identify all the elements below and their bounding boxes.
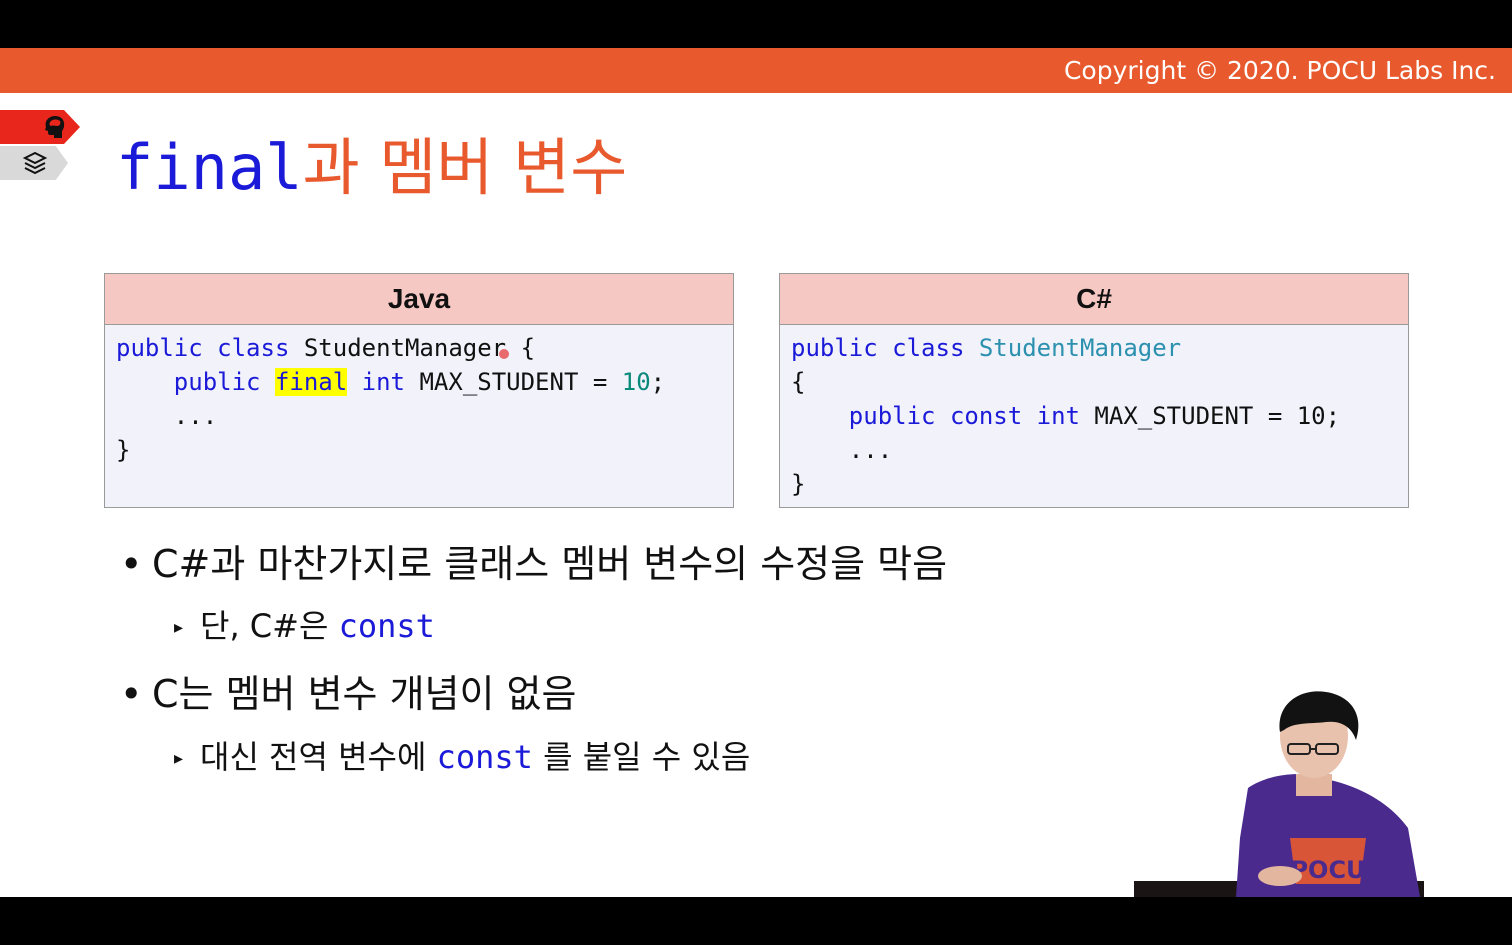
java-code: public class StudentManager { public fin… [105,325,733,467]
code-text: StudentManager { [289,334,536,362]
title-code: final [116,131,303,204]
shirt-logo-text: POCU [1290,856,1365,884]
csharp-box-heading: C# [780,274,1408,325]
title-text: 과 멤버 변수 [302,131,628,204]
bullet-text: C#과 마찬가지로 클래스 멤버 변수의 수정을 막음 [152,542,948,586]
code-text: } [791,470,806,498]
sub-bullet-mark: ▸ [174,617,184,638]
code-keyword: public class [791,334,965,362]
code-text: ; [650,368,666,396]
bullet-item: • C#과 마찬가지로 클래스 멤버 변수의 수정을 막음 [120,540,947,588]
sub-bullet-mark: ▸ [174,748,184,769]
code-text: MAX_STUDENT = 10; [1079,402,1341,430]
csharp-code-box: C# public class StudentManager { public … [779,273,1409,508]
copyright-text: Copyright © 2020. POCU Labs Inc. [1063,56,1496,85]
book-stack-icon [22,151,48,175]
slide-title: final과 멤버 변수 [116,132,627,204]
code-keyword: public class [116,334,290,362]
slide-header-bar: Copyright © 2020. POCU Labs Inc. [0,48,1512,93]
brain-icon [45,116,65,138]
sub-bullet-item: ▸ 대신 전역 변수에 const 를 붙일 수 있음 [174,736,750,780]
video-letterbox-top [0,0,1512,48]
code-number: 10 [621,368,651,396]
code-type: StudentManager [978,334,1182,362]
pointer-dot [499,349,509,359]
presenter-video: POCU [1134,691,1424,897]
bullet-mark: • [120,672,143,716]
code-keyword: public const int [848,402,1080,430]
highlighted-final-keyword: final [274,368,348,396]
java-code-box: Java public class StudentManager { publi… [104,273,734,508]
bullet-code: const [436,738,533,776]
slide: Copyright © 2020. POCU Labs Inc. final과 … [0,48,1512,897]
code-text: { [791,368,806,396]
bullet-text: 를 붙일 수 있음 [532,738,751,776]
bullet-text: C는 멤버 변수 개념이 없음 [152,672,577,716]
code-text: MAX_STUDENT = [405,368,622,396]
sub-bullet-item: ▸ 단, C#은 const [174,605,435,649]
bullet-code: const [338,607,435,645]
bullet-item: • C는 멤버 변수 개념이 없음 [120,670,576,718]
bullet-text: 대신 전역 변수에 [200,738,437,776]
video-letterbox-bottom [0,897,1512,945]
bullet-text: 단, C#은 [200,607,339,645]
java-box-heading: Java [105,274,733,325]
csharp-code: public class StudentManager { public con… [780,325,1408,501]
code-text: ... [791,436,893,464]
bullet-mark: • [120,542,143,586]
code-text: ... [116,402,218,430]
code-keyword: int [361,368,406,396]
code-text: } [116,436,131,464]
code-keyword: public [173,368,261,396]
